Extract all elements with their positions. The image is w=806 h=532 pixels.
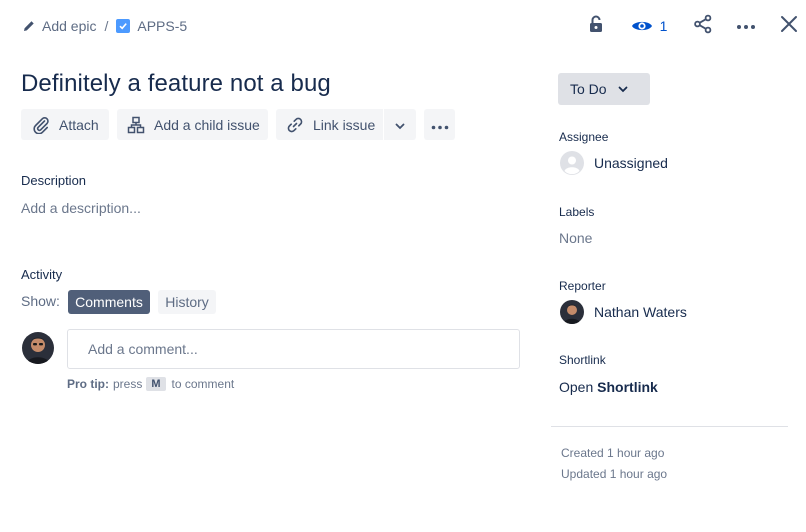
assignee-field[interactable]: Unassigned [560, 151, 668, 175]
sidebar-divider [551, 426, 788, 427]
labels-label: Labels [559, 205, 595, 219]
toolbar-more-button[interactable] [424, 109, 455, 140]
lock-button[interactable] [586, 12, 606, 40]
shortcut-key: M [146, 377, 166, 391]
chevron-down-icon [395, 117, 405, 133]
description-field[interactable]: Add a description... [21, 200, 141, 216]
share-icon [693, 14, 713, 39]
shortlink-link[interactable]: Shortlink [597, 379, 658, 395]
shortlink-label: Shortlink [559, 353, 606, 367]
add-child-issue-button[interactable]: Add a child issue [117, 109, 268, 140]
watch-count: 1 [659, 18, 668, 34]
link-issue-dropdown[interactable] [384, 109, 416, 140]
reporter-label: Reporter [559, 279, 606, 293]
status-label: To Do [570, 81, 607, 97]
watch-button[interactable]: 1 [629, 12, 669, 40]
comment-input[interactable]: Add a comment... [67, 329, 520, 369]
reporter-avatar [560, 300, 584, 324]
attach-button[interactable]: Attach [21, 109, 109, 140]
breadcrumb: Add epic / APPS-5 [22, 16, 187, 36]
reporter-value: Nathan Waters [594, 304, 687, 320]
attach-label: Attach [59, 116, 99, 133]
pro-tip-post: to comment [171, 377, 235, 391]
pro-tip-pre: press [113, 377, 143, 391]
status-dropdown[interactable]: To Do [558, 73, 650, 105]
close-icon [780, 15, 798, 38]
pro-tip-label: Pro tip: [67, 377, 109, 391]
close-button[interactable] [778, 12, 800, 40]
more-icon [736, 17, 756, 35]
assignee-label: Assignee [559, 130, 609, 144]
add-child-issue-label: Add a child issue [154, 116, 260, 133]
issue-key-link[interactable]: APPS-5 [137, 18, 187, 34]
link-issue-button[interactable]: Link issue [276, 109, 383, 140]
link-issue-label: Link issue [313, 116, 376, 133]
add-epic-link[interactable]: Add epic [42, 18, 96, 34]
unassigned-avatar-icon [560, 151, 584, 175]
pencil-icon [22, 19, 36, 33]
breadcrumb-separator: / [104, 18, 109, 34]
more-actions-button[interactable] [734, 12, 758, 40]
more-icon [431, 117, 449, 133]
description-heading: Description [21, 173, 87, 188]
current-user-avatar [22, 332, 54, 364]
pro-tip: Pro tip: press M to comment [67, 377, 234, 391]
updated-timestamp: Updated 1 hour ago [561, 467, 668, 481]
shortlink-field[interactable]: Open Shortlink [559, 379, 658, 395]
hierarchy-icon [126, 115, 146, 135]
show-label: Show: [21, 293, 60, 309]
created-timestamp: Created 1 hour ago [561, 446, 665, 460]
eye-icon [631, 18, 653, 34]
issue-title[interactable]: Definitely a feature not a bug [21, 70, 331, 98]
tab-history[interactable]: History [158, 290, 216, 314]
chevron-down-icon [618, 86, 628, 93]
tab-comments[interactable]: Comments [68, 290, 150, 314]
paperclip-icon [31, 115, 51, 135]
activity-heading: Activity [21, 267, 63, 282]
assignee-value: Unassigned [594, 155, 668, 171]
reporter-field[interactable]: Nathan Waters [560, 300, 687, 324]
shortlink-prefix: Open [559, 379, 594, 395]
checkbox-icon [116, 19, 131, 33]
lock-icon [589, 15, 603, 38]
link-icon [285, 115, 305, 135]
labels-value[interactable]: None [559, 230, 592, 246]
share-button[interactable] [692, 12, 714, 40]
